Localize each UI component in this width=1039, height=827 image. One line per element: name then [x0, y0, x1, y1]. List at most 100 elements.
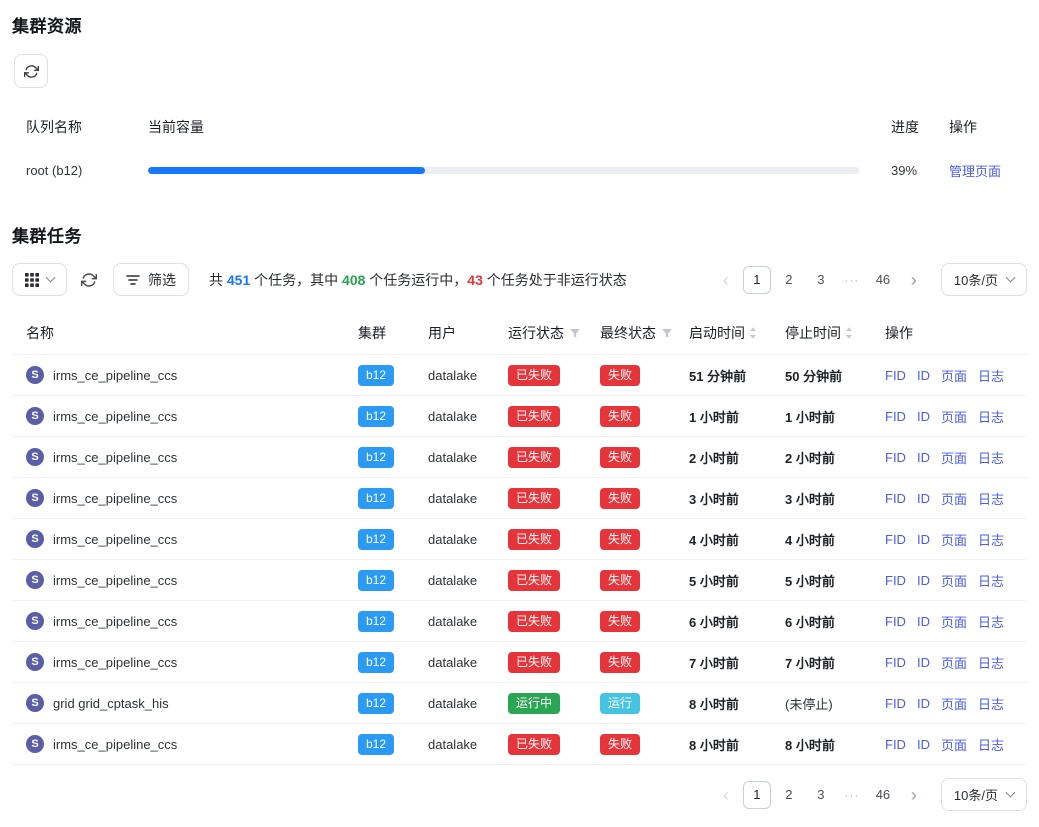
filter-button[interactable]: 筛选 [113, 263, 189, 296]
spark-avatar: S [26, 694, 44, 712]
page-link[interactable]: 页面 [941, 694, 967, 713]
page-size-select[interactable]: 10条/页 [941, 778, 1027, 811]
page-link[interactable]: 页面 [941, 530, 967, 549]
fid-link[interactable]: FID [885, 655, 906, 670]
fid-link[interactable]: FID [885, 409, 906, 424]
spark-avatar: S [26, 366, 44, 384]
resources-refresh-button[interactable] [14, 54, 48, 88]
id-link[interactable]: ID [917, 655, 930, 670]
capacity-cell [148, 167, 883, 174]
log-link[interactable]: 日志 [978, 571, 1004, 590]
log-link[interactable]: 日志 [978, 366, 1004, 385]
page-button-2[interactable]: 2 [775, 266, 803, 294]
log-link[interactable]: 日志 [978, 448, 1004, 467]
start-time: 7 小时前 [689, 653, 785, 672]
fid-link[interactable]: FID [885, 573, 906, 588]
page-size-select[interactable]: 10条/页 [941, 263, 1027, 296]
chevron-down-icon [1006, 788, 1016, 798]
pagination-bottom: ‹ 1 2 3 ··· 46 › 10条/页 [713, 778, 1027, 811]
page-link[interactable]: 页面 [941, 366, 967, 385]
task-row: Sirms_ce_pipeline_ccs b12 datalake 已失败 失… [12, 437, 1027, 478]
log-link[interactable]: 日志 [978, 530, 1004, 549]
page-button-1[interactable]: 1 [743, 781, 771, 809]
final-status-badge: 失败 [600, 611, 640, 632]
spark-avatar: S [26, 530, 44, 548]
log-link[interactable]: 日志 [978, 653, 1004, 672]
resources-table-header: 队列名称 当前容量 进度 操作 [12, 108, 1027, 146]
queue-progress-fill [148, 167, 425, 174]
start-time-sort-icon[interactable] [749, 326, 757, 340]
page-link[interactable]: 页面 [941, 571, 967, 590]
id-link[interactable]: ID [917, 614, 930, 629]
layout-grid-button[interactable] [12, 263, 67, 296]
col-progress: 进度 [883, 117, 941, 137]
fid-link[interactable]: FID [885, 450, 906, 465]
log-link[interactable]: 日志 [978, 489, 1004, 508]
id-link[interactable]: ID [917, 532, 930, 547]
cluster-badge: b12 [358, 447, 394, 468]
id-link[interactable]: ID [917, 491, 930, 506]
page-ellipsis[interactable]: ··· [839, 273, 865, 287]
log-link[interactable]: 日志 [978, 407, 1004, 426]
page-button-2[interactable]: 2 [775, 781, 803, 809]
tasks-refresh-button[interactable] [81, 272, 97, 288]
id-link[interactable]: ID [917, 696, 930, 711]
cluster-badge: b12 [358, 652, 394, 673]
col-run-status: 运行状态 [508, 323, 600, 343]
task-user: datalake [428, 368, 508, 383]
queue-name: root (b12) [12, 163, 148, 178]
grid-icon [25, 273, 39, 287]
fid-link[interactable]: FID [885, 737, 906, 752]
task-row: Sirms_ce_pipeline_ccs b12 datalake 已失败 失… [12, 355, 1027, 396]
id-link[interactable]: ID [917, 450, 930, 465]
manage-page-link[interactable]: 管理页面 [949, 164, 1001, 179]
page-button-3[interactable]: 3 [807, 266, 835, 294]
next-page-button[interactable]: › [901, 266, 927, 294]
fid-link[interactable]: FID [885, 532, 906, 547]
fid-link[interactable]: FID [885, 696, 906, 711]
id-link[interactable]: ID [917, 573, 930, 588]
task-user: datalake [428, 614, 508, 629]
task-name: irms_ce_pipeline_ccs [53, 368, 177, 383]
task-name: irms_ce_pipeline_ccs [53, 409, 177, 424]
fid-link[interactable]: FID [885, 368, 906, 383]
task-row: Sirms_ce_pipeline_ccs b12 datalake 已失败 失… [12, 396, 1027, 437]
final-status-badge: 运行 [600, 693, 640, 714]
start-time: 5 小时前 [689, 571, 785, 590]
run-status-filter-icon[interactable] [569, 327, 581, 339]
stop-time: 3 小时前 [785, 489, 885, 508]
log-link[interactable]: 日志 [978, 694, 1004, 713]
stop-time: 4 小时前 [785, 530, 885, 549]
log-link[interactable]: 日志 [978, 612, 1004, 631]
prev-page-button[interactable]: ‹ [713, 266, 739, 294]
spark-avatar: S [26, 571, 44, 589]
task-row: Sgrid grid_cptask_his b12 datalake 运行中 运… [12, 683, 1027, 724]
page-button-46[interactable]: 46 [869, 266, 897, 294]
fid-link[interactable]: FID [885, 491, 906, 506]
page-link[interactable]: 页面 [941, 407, 967, 426]
final-status-filter-icon[interactable] [661, 327, 673, 339]
task-user: datalake [428, 532, 508, 547]
page-link[interactable]: 页面 [941, 489, 967, 508]
page-button-3[interactable]: 3 [807, 781, 835, 809]
page-button-46[interactable]: 46 [869, 781, 897, 809]
task-row: Sirms_ce_pipeline_ccs b12 datalake 已失败 失… [12, 642, 1027, 683]
summary-text: 共 [209, 272, 227, 288]
id-link[interactable]: ID [917, 409, 930, 424]
page-link[interactable]: 页面 [941, 653, 967, 672]
id-link[interactable]: ID [917, 737, 930, 752]
next-page-button[interactable]: › [901, 781, 927, 809]
prev-page-button[interactable]: ‹ [713, 781, 739, 809]
page-link[interactable]: 页面 [941, 612, 967, 631]
log-link[interactable]: 日志 [978, 735, 1004, 754]
page-link[interactable]: 页面 [941, 448, 967, 467]
task-name: irms_ce_pipeline_ccs [53, 655, 177, 670]
tasks-table-header: 名称 集群 用户 运行状态 最终状态 启动时间 停止时间 [12, 312, 1027, 355]
start-time: 6 小时前 [689, 612, 785, 631]
page-button-1[interactable]: 1 [743, 266, 771, 294]
fid-link[interactable]: FID [885, 614, 906, 629]
start-time: 8 小时前 [689, 694, 785, 713]
id-link[interactable]: ID [917, 368, 930, 383]
stop-time-sort-icon[interactable] [845, 326, 853, 340]
page-link[interactable]: 页面 [941, 735, 967, 754]
